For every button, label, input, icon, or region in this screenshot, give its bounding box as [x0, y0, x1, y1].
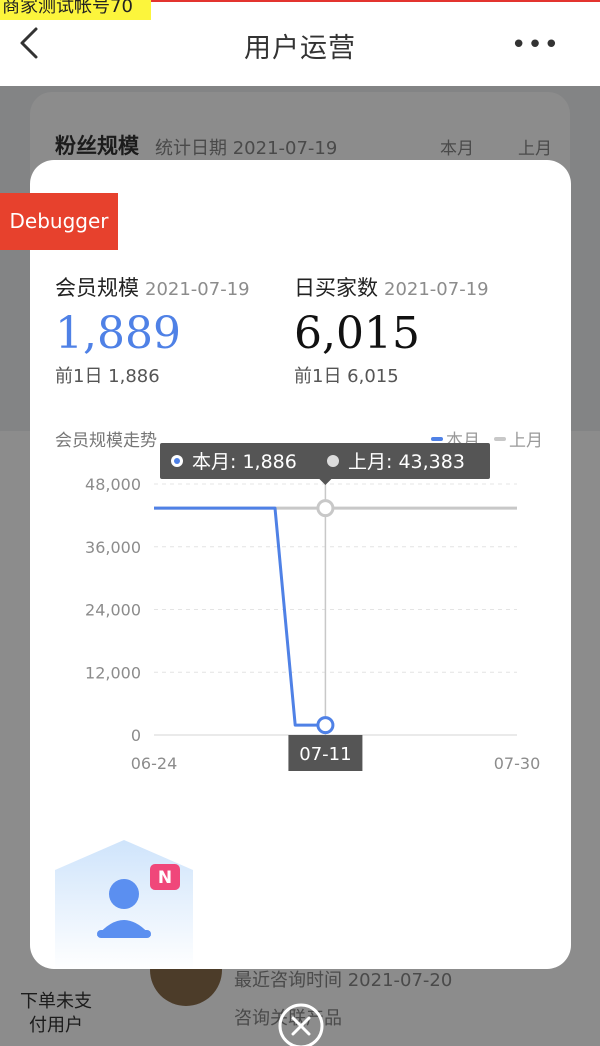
member-trend-chart[interactable]: 012,00024,00036,00048,00006-2407-1207-30… — [30, 160, 571, 800]
tooltip-pointer — [319, 479, 332, 485]
more-menu-icon[interactable]: ••• — [511, 30, 560, 60]
series-line — [154, 506, 326, 727]
tooltip-current-text: 本月: 1,886 — [192, 451, 297, 473]
y-tick-label: 0 — [131, 726, 141, 745]
y-tick-label: 12,000 — [85, 663, 141, 682]
x-tick-label: 07-30 — [494, 754, 541, 773]
user-message-illustration: N — [55, 840, 193, 969]
member-stats-modal: 会员规模 2021-07-19 1,889 前1日 1,886 日买家数 2021-… — [30, 160, 571, 969]
highlight-point — [316, 499, 335, 518]
tooltip-last-dot — [327, 455, 339, 467]
tooltip-current-dot-inner — [174, 458, 180, 464]
y-tick-label: 24,000 — [85, 601, 141, 620]
close-icon[interactable] — [277, 1002, 325, 1046]
highlight-point — [316, 716, 335, 735]
tooltip-last-text: 上月: 43,383 — [348, 451, 465, 473]
y-tick-label: 36,000 — [85, 538, 141, 557]
y-tick-label: 48,000 — [85, 475, 141, 494]
user-head-icon — [109, 879, 139, 909]
x-tick-label: 06-24 — [131, 754, 178, 773]
debugger-button[interactable]: Debugger — [0, 193, 118, 250]
x-tooltip-text: 07-11 — [299, 744, 351, 765]
account-tag: 商家测试帐号70 — [0, 0, 151, 20]
svg-text:N: N — [158, 868, 172, 888]
